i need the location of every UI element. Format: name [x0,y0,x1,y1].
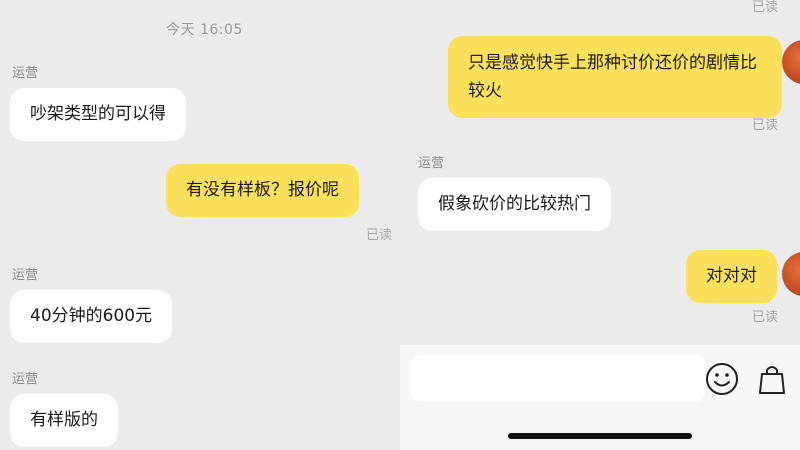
shopping-bag-icon[interactable] [752,359,792,399]
message-bubble-incoming[interactable]: 假象砍价的比较热门 [418,178,611,231]
smiley-face-icon[interactable] [702,359,742,399]
message-bubble-incoming[interactable]: 吵架类型的可以得 [10,88,186,141]
message-bubble-incoming[interactable]: 有样版的 [10,394,118,447]
read-receipt: 已读 [366,228,393,243]
avatar[interactable] [782,40,800,84]
message-bubble-incoming[interactable]: 40分钟的600元 [10,290,173,343]
sender-name: 运营 [418,156,445,171]
sender-name: 运营 [12,372,39,387]
read-receipt: 已读 [752,118,779,133]
read-receipt: 已读 [752,310,779,325]
message-input[interactable] [410,355,706,401]
read-receipt: 已读 [752,0,779,15]
message-input-bar [400,345,800,450]
message-bubble-outgoing[interactable]: 只是感觉快手上那种讨价还价的剧情比较火 [448,36,782,118]
sender-name: 运营 [12,268,39,283]
chat-timestamp: 今天 16:05 [166,22,243,38]
message-bubble-outgoing[interactable]: 对对对 [686,250,777,303]
chat-panel-left: 今天 16:05 运营 吵架类型的可以得 有没有样板？报价呢 已读 运营 40分… [0,0,400,450]
avatar[interactable] [782,252,800,296]
sender-name: 运营 [12,66,39,81]
message-bubble-outgoing[interactable]: 有没有样板？报价呢 [166,164,359,217]
chat-panel-right: 已读 只是感觉快手上那种讨价还价的剧情比较火 已读 运营 假象砍价的比较热门 对… [400,0,800,450]
home-indicator [508,433,692,439]
